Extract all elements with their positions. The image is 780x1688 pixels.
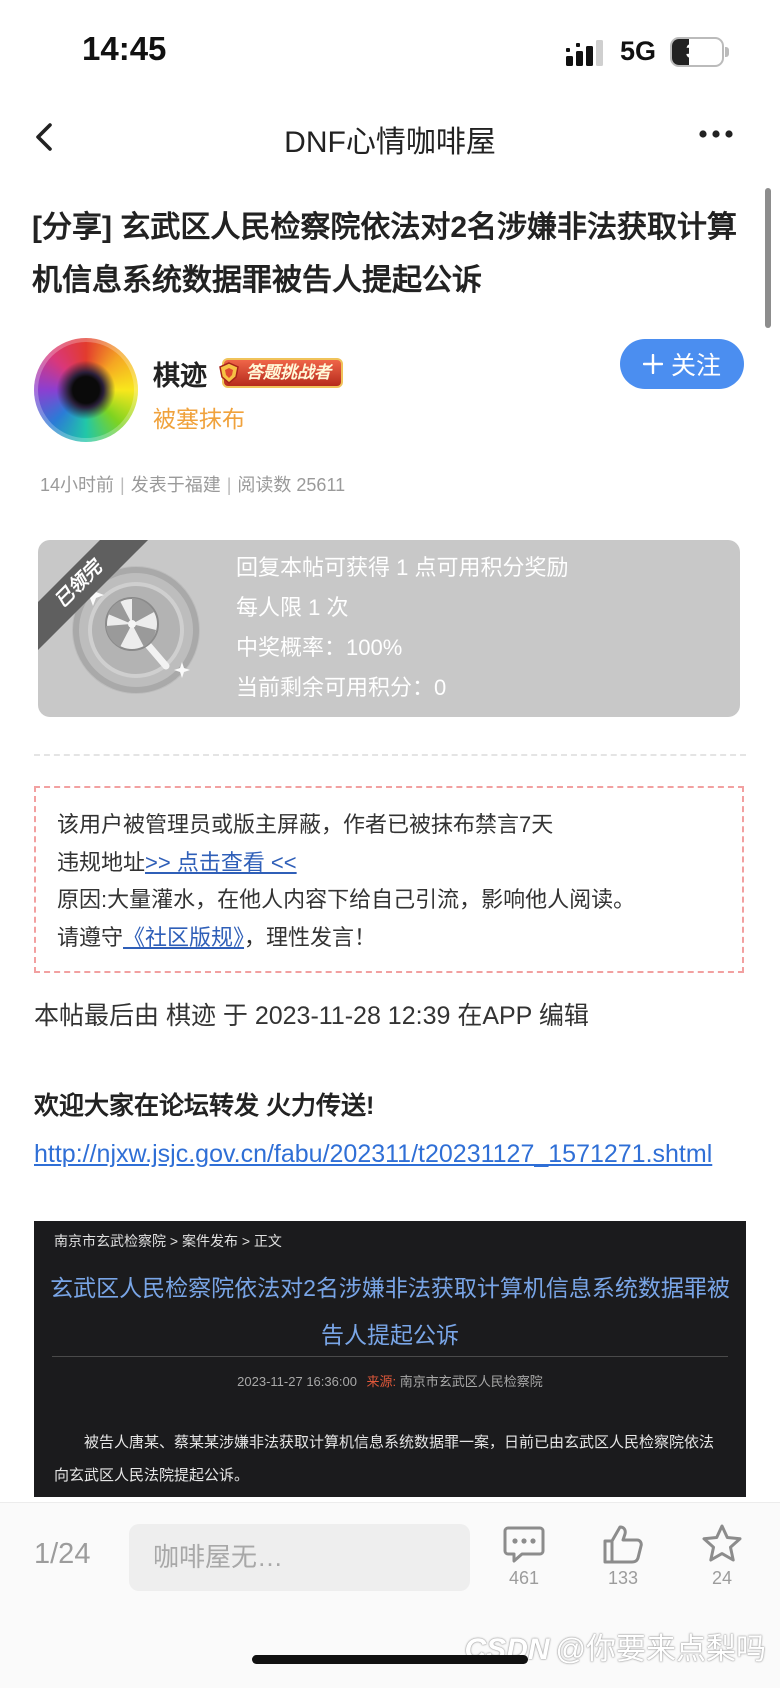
- shot-body: 被告人唐某、蔡某某涉嫌非法获取计算机信息系统数据罪一案，日前已由玄武区人民检察院…: [54, 1434, 715, 1484]
- author-badge-label: 答题挑战者: [246, 363, 331, 382]
- shot-source: 南京市玄武区人民检察院: [399, 1374, 543, 1389]
- post-location: 发表于福建: [130, 475, 221, 495]
- battery-level-text: 33: [685, 41, 709, 63]
- battery-icon: 33: [670, 37, 730, 67]
- post-title: [分享] 玄武区人民检察院依法对2名涉嫌非法获取计算机信息系统数据罪被告人提起公…: [32, 211, 737, 297]
- notice-text: ，理性发言！: [244, 924, 377, 950]
- comment-button[interactable]: 461: [484, 1522, 564, 1589]
- shot-divider: [52, 1356, 728, 1357]
- section-divider: [34, 754, 746, 756]
- reply-reward-card[interactable]: 已领完 回复本帖可获得 1 点可用积分奖励 每人限 1 次 中奖概率：100% …: [38, 540, 740, 717]
- community-rules-link[interactable]: 《社区版规》: [123, 925, 244, 950]
- comment-icon: [503, 1526, 545, 1563]
- follow-label: 关注: [670, 352, 721, 380]
- cellular-signal-icon: [566, 40, 603, 66]
- favorite-count: 24: [711, 1568, 733, 1588]
- notice-text: 请遵守: [57, 924, 124, 950]
- notice-line: 该用户被管理员或版主屏蔽，作者已被抹布禁言7天: [57, 812, 554, 837]
- notice-line: 违规地址>> 点击查看 <<: [57, 844, 742, 882]
- comment-count: 461: [508, 1568, 540, 1588]
- home-indicator[interactable]: [252, 1655, 528, 1664]
- shot-headline: 玄武区人民检察院依法对2名涉嫌非法获取计算机信息系统数据罪被告人提起公诉: [50, 1275, 730, 1348]
- like-button[interactable]: 133: [583, 1522, 663, 1589]
- read-count: 阅读数 25611: [237, 475, 346, 495]
- notice-text: 违规地址: [57, 849, 146, 875]
- scrollbar[interactable]: [765, 188, 771, 328]
- page-indicator[interactable]: 1/24: [34, 1538, 90, 1571]
- meta-separator: |: [226, 475, 232, 495]
- reward-details: 回复本帖可获得 1 点可用积分奖励 每人限 1 次 中奖概率：100% 当前剩余…: [236, 548, 568, 708]
- reward-line: 每人限 1 次: [236, 595, 349, 620]
- notice-line: 请遵守《社区版规》，理性发言！: [57, 919, 742, 957]
- author-name[interactable]: 棋迹: [153, 354, 207, 393]
- source-link[interactable]: http://njxw.jsjc.gov.cn/fabu/202311/t202…: [34, 1131, 750, 1177]
- view-violation-link[interactable]: >> 点击查看 <<: [145, 850, 297, 875]
- meta-separator: |: [120, 475, 125, 495]
- status-time: 14:45: [82, 30, 167, 67]
- reply-input[interactable]: 咖啡屋无…: [129, 1524, 470, 1591]
- shot-date: 2023-11-27 16:36:00: [237, 1374, 357, 1389]
- badge-shield-icon: [219, 362, 239, 384]
- reward-line: 回复本帖可获得 1 点可用积分奖励: [236, 555, 569, 580]
- author-title: 被塞抹布: [153, 406, 245, 432]
- shot-dateline: 2023-11-27 16:36:00 来源: 南京市玄武区人民检察院: [34, 1371, 746, 1390]
- more-options-icon[interactable]: [698, 128, 734, 140]
- follow-button[interactable]: 关注: [620, 339, 744, 389]
- notice-line: 原因:大量灌水，在他人内容下给自己引流，影响他人阅读。: [57, 887, 636, 912]
- post-time: 14小时前: [40, 475, 115, 495]
- post-meta: 14小时前 | 发表于福建 | 阅读数 25611: [40, 471, 345, 497]
- reward-line: 中奖概率：100%: [236, 635, 403, 660]
- embedded-screenshot[interactable]: 南京市玄武检察院 > 案件发布 > 正文 玄武区人民检察院依法对2名涉嫌非法获取…: [34, 1221, 746, 1497]
- reward-line: 当前剩余可用积分：0: [236, 675, 447, 700]
- like-count: 133: [607, 1568, 639, 1588]
- shot-breadcrumb: 南京市玄武检察院 > 案件发布 > 正文: [54, 1233, 282, 1249]
- author-badge: 答题挑战者: [219, 358, 343, 388]
- plus-icon: [642, 354, 663, 374]
- forum-title: DNF心情咖啡屋: [284, 126, 496, 159]
- author-avatar[interactable]: [34, 338, 138, 442]
- watermark-text: @你要来点梨吗: [555, 1633, 766, 1666]
- moderation-notice: 该用户被管理员或版主屏蔽，作者已被抹布禁言7天 违规地址>> 点击查看 << 原…: [34, 786, 744, 973]
- star-icon: [702, 1524, 742, 1562]
- shot-source-label: 来源:: [366, 1374, 397, 1389]
- favorite-button[interactable]: 24: [682, 1522, 762, 1589]
- network-type: 5G: [620, 36, 657, 66]
- edit-note: 本帖最后由 棋迹 于 2023-11-28 12:39 在APP 编辑: [34, 1002, 589, 1030]
- thumbs-up-icon: [603, 1525, 643, 1564]
- body-heading: 欢迎大家在论坛转发 火力传送!: [34, 1092, 375, 1120]
